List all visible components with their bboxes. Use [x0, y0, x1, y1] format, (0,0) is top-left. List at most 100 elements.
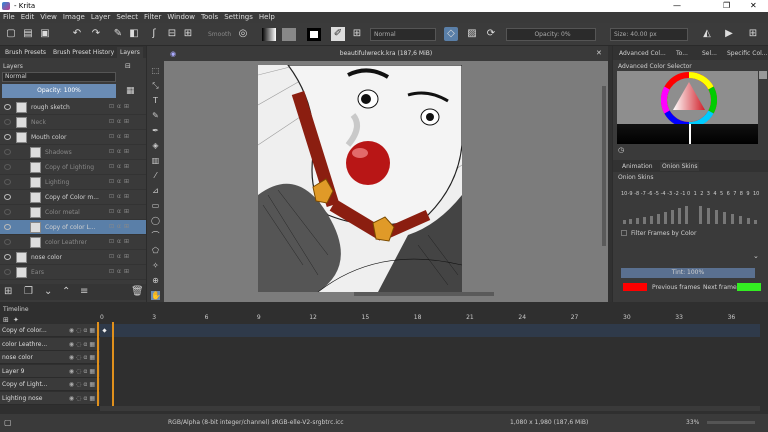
horizontal-scrollbar[interactable] — [354, 292, 494, 296]
zoom-level[interactable]: 33% — [686, 419, 699, 426]
minimize-button[interactable]: — — [673, 1, 681, 10]
eyedropper-icon[interactable]: ⁄ — [151, 171, 160, 180]
text-tool-icon[interactable]: T — [151, 96, 160, 105]
tab-brush-presets[interactable]: Brush Presets — [2, 47, 49, 58]
visibility-eye-icon[interactable] — [4, 239, 11, 245]
visibility-eye-icon[interactable] — [4, 149, 11, 155]
visibility-eye-icon[interactable] — [4, 119, 11, 125]
document-tab[interactable]: beautifulwreck.kra (187,6 MiB) — [164, 46, 608, 61]
opacity-slider[interactable]: Opacity: 0% — [506, 28, 596, 41]
timeline-settings-icon[interactable]: ✦ — [13, 316, 19, 324]
color-history-icon[interactable]: ◷ — [618, 146, 624, 154]
color-history-strip[interactable] — [617, 124, 758, 144]
visibility-eye-icon[interactable] — [4, 194, 11, 200]
brush-preset-icon[interactable]: ✐ — [331, 27, 345, 41]
move-down-icon[interactable]: ⌄ — [44, 286, 52, 297]
add-layer-icon[interactable]: ⊞ — [4, 286, 12, 297]
maximize-button[interactable]: ❐ — [723, 1, 730, 10]
edit-shapes-icon[interactable]: ✎ — [151, 111, 160, 120]
fg-bg-color-swatch[interactable] — [307, 28, 321, 41]
layer-row[interactable]: nose color ⊡α⊞ — [0, 250, 146, 265]
visibility-eye-icon[interactable] — [4, 104, 11, 110]
open-document-icon[interactable]: ▤ — [21, 27, 35, 41]
layer-lock-alpha-icons[interactable]: ⊡α⊞ — [109, 103, 132, 110]
delete-layer-icon[interactable]: 🗑 — [131, 286, 144, 297]
layer-row[interactable]: Copy of Color m... ⊡α⊞ — [0, 190, 146, 205]
menu-layer[interactable]: Layer — [88, 12, 114, 22]
menu-image[interactable]: Image — [60, 12, 88, 22]
visibility-eye-icon[interactable] — [4, 269, 11, 275]
visibility-eye-icon[interactable] — [4, 224, 11, 230]
onion-opacity-bars[interactable] — [621, 204, 761, 224]
mirror-horizontal-icon[interactable]: ◭ — [700, 27, 714, 41]
undo-icon[interactable]: ↶ — [70, 27, 84, 41]
timeline-row[interactable]: Layer 9 ◉◌α▦ — [0, 364, 100, 378]
polygon-select-icon[interactable]: ⬠ — [151, 246, 160, 255]
canvas-area[interactable]: beautifulwreck.kra (187,6 MiB) ◉ ✕ — [164, 46, 608, 302]
previous-frames-color[interactable] — [623, 283, 647, 291]
layer-lock-alpha-icons[interactable]: ⊡α⊞ — [109, 268, 132, 275]
layer-row[interactable]: Copy of color L... ⊡α⊞ — [0, 220, 146, 235]
wrap-icon[interactable]: ⊞ — [746, 27, 760, 41]
frame-ruler[interactable]: 0 3 6 9 12 15 18 21 24 27 30 33 36 — [100, 314, 760, 324]
tab-tool-options[interactable]: To... — [676, 50, 688, 57]
current-frame-indicator[interactable] — [97, 322, 114, 406]
menu-view[interactable]: View — [37, 12, 60, 22]
preserve-alpha-icon[interactable]: ▨ — [465, 27, 479, 41]
timeline-row-icons[interactable]: ◉◌α▦ — [69, 341, 97, 348]
play-icon[interactable]: ▶ — [722, 27, 736, 41]
color-wheel[interactable] — [661, 72, 717, 128]
document-close-icon[interactable]: ✕ — [596, 49, 602, 57]
next-frames-color[interactable] — [737, 283, 761, 291]
close-button[interactable]: ✕ — [750, 1, 757, 10]
layer-lock-alpha-icons[interactable]: ⊡α⊞ — [109, 223, 132, 230]
timeline-row[interactable]: nose color ◉◌α▦ — [0, 351, 100, 364]
magic-wand-icon[interactable]: ✧ — [151, 261, 160, 270]
redo-icon[interactable]: ↷ — [89, 27, 103, 41]
gradient-tool-icon[interactable]: ▥ — [151, 156, 160, 165]
layer-row[interactable]: Lighting ⊡α⊞ — [0, 175, 146, 190]
expand-icon[interactable]: ⌄ — [753, 252, 759, 260]
layer-lock-alpha-icons[interactable]: ⊡α⊞ — [109, 193, 132, 200]
layer-blend-select[interactable]: Normal — [2, 72, 116, 82]
menu-tools[interactable]: Tools — [198, 12, 221, 22]
vertical-scrollbar[interactable] — [602, 86, 606, 246]
layer-lock-alpha-icons[interactable]: ⊡α⊞ — [109, 163, 132, 170]
layer-opacity-slider[interactable]: Opacity: 100% — [2, 84, 116, 98]
timeline-row-icons[interactable]: ◉◌α▦ — [69, 381, 97, 388]
layer-lock-alpha-icons[interactable]: ⊡α⊞ — [109, 148, 132, 155]
timeline-row-icons[interactable]: ◉◌α▦ — [69, 368, 97, 375]
layer-lock-alpha-icons[interactable]: ⊡α⊞ — [109, 178, 132, 185]
pattern-swatch[interactable] — [282, 28, 296, 41]
menu-settings[interactable]: Settings — [221, 12, 256, 22]
eraser-mode-icon[interactable]: ◇ — [444, 27, 458, 41]
layer-lock-alpha-icons[interactable]: ⊡α⊞ — [109, 133, 132, 140]
brush-settings-icon[interactable]: ⊞ — [350, 27, 364, 41]
layer-properties-icon[interactable]: ▦ — [126, 86, 135, 96]
timeline-row-icons[interactable]: ◉◌α▦ — [69, 354, 97, 361]
tab-brush-preset-history[interactable]: Brush Preset History — [50, 47, 117, 58]
lasso-icon[interactable]: ⌒ — [151, 231, 160, 240]
transform-tool-icon[interactable]: ⤡ — [151, 81, 160, 90]
tab-specific-color[interactable]: Specific Col... — [727, 50, 768, 57]
reset-icon[interactable]: ⟳ — [484, 27, 498, 41]
stabilizer-icon[interactable]: ◎ — [236, 27, 250, 41]
freehand-icon[interactable]: ʃ — [147, 27, 161, 41]
layer-row[interactable]: rough sketch ⊡α⊞ — [0, 100, 146, 115]
measure-icon[interactable]: ⊿ — [151, 186, 160, 195]
layer-lock-alpha-icons[interactable]: ⊡α⊞ — [109, 208, 132, 215]
menu-help[interactable]: Help — [256, 12, 278, 22]
visibility-eye-icon[interactable] — [4, 164, 11, 170]
pan-tool-icon[interactable]: ✋ — [151, 291, 161, 300]
new-document-icon[interactable]: ▢ — [4, 27, 18, 41]
timeline-scrollbar[interactable] — [100, 406, 760, 411]
timeline-row-icons[interactable]: ◉◌α▦ — [69, 395, 97, 402]
tab-animation[interactable]: Animation — [622, 163, 653, 170]
zoom-tool-icon[interactable]: ⊕ — [151, 276, 160, 285]
duplicate-layer-icon[interactable]: ❐ — [24, 286, 33, 297]
layer-row[interactable]: Color metal ⊡α⊞ — [0, 205, 146, 220]
visibility-eye-icon[interactable] — [4, 209, 11, 215]
tint-slider[interactable]: Tint: 100% — [621, 268, 755, 278]
erase-icon[interactable]: ◧ — [127, 27, 141, 41]
save-icon[interactable]: ▣ — [38, 27, 52, 41]
